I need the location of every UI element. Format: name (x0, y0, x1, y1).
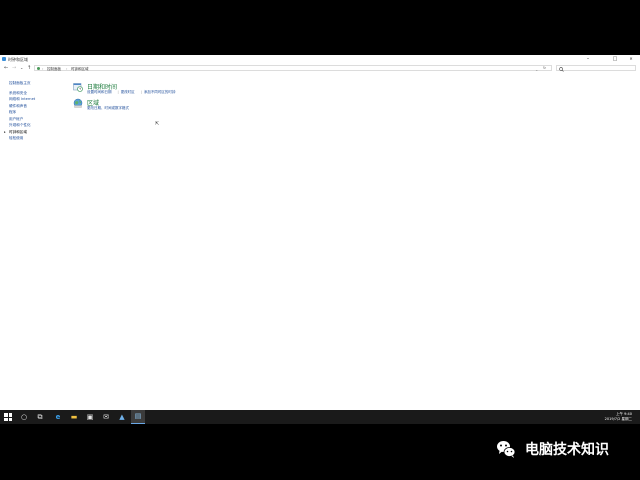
change-time-zone-link[interactable]: 更改时区 (121, 90, 135, 94)
control-panel-window: 时钟和区域 – □ ✕ ← → ⌄ ↑ › 控制面板 › 时钟和区域 ⌄ ↻ 控… (0, 55, 640, 410)
start-button[interactable] (0, 410, 14, 424)
control-panel-icon: ▤ (134, 412, 142, 420)
refresh-button[interactable]: ↻ (543, 66, 546, 70)
watermark: 电脑技术知识 (495, 438, 609, 460)
clock-date: 2019/7/2 星期二 (604, 416, 632, 421)
app-button[interactable]: ▲ (115, 410, 129, 424)
mail-button[interactable]: ✉ (99, 410, 113, 424)
address-dropdown-icon[interactable]: ⌄ (535, 67, 538, 72)
add-clocks-link[interactable]: 添加不同时区的时钟 (144, 90, 176, 94)
system-clock[interactable]: 上午 9:40 2019/7/2 星期二 (605, 412, 632, 422)
nav-network-internet[interactable]: 网络和 Internet (9, 97, 35, 102)
active-marker-icon: ▸ (4, 130, 6, 134)
set-time-date-link[interactable]: 设置时间和日期 (87, 90, 112, 94)
store-bag-icon: ▣ (86, 412, 94, 421)
close-button[interactable]: ✕ (626, 56, 636, 62)
change-formats-link[interactable]: 更改日期、时间或数字格式 (87, 106, 129, 110)
nav-control-panel-home[interactable]: 控制面板主页 (9, 81, 31, 86)
control-panel-icon (37, 67, 40, 70)
task-view-icon: ⧉ (37, 412, 43, 421)
taskbar: ○ ⧉ e ▬ ▣ ✉ ▲ ▤ 上午 9:40 2019/7/2 星期二 (0, 410, 640, 424)
mail-icon: ✉ (103, 412, 109, 421)
minimize-button[interactable]: – (583, 56, 593, 62)
store-button[interactable]: ▣ (83, 410, 97, 424)
search-box[interactable] (556, 65, 636, 72)
nav-ease-of-access[interactable]: 轻松使用 (9, 136, 23, 141)
control-panel-icon (2, 57, 6, 61)
search-icon (559, 66, 564, 72)
breadcrumb-clock-region[interactable]: 时钟和区域 (71, 67, 89, 72)
wechat-icon (497, 441, 516, 458)
date-time-links: 设置时间和日期 | 更改时区 | 添加不同时区的时钟 (87, 90, 176, 94)
search-input[interactable] (566, 66, 632, 70)
up-button[interactable]: ↑ (27, 65, 31, 71)
nav-clock-region: 时钟和区域 (9, 130, 27, 134)
app-icon: ▲ (119, 412, 125, 421)
back-button[interactable]: ← (4, 65, 8, 71)
edge-button[interactable]: e (51, 410, 65, 424)
globe-icon (73, 98, 83, 108)
folder-icon: ▬ (70, 412, 78, 421)
search-circle-icon: ○ (20, 412, 28, 421)
forward-button[interactable]: → (12, 65, 16, 71)
nav-appearance[interactable]: 外观和个性化 (9, 123, 31, 128)
recent-locations-button[interactable]: ⌄ (20, 65, 23, 71)
file-explorer-button[interactable]: ▬ (67, 410, 81, 424)
region-links: 更改日期、时间或数字格式 (87, 106, 135, 111)
edge-icon: e (55, 412, 61, 421)
title-bar[interactable]: 时钟和区域 – □ ✕ (0, 55, 640, 63)
watermark-text: 电脑技术知识 (525, 442, 609, 458)
nav-system-security[interactable]: 系统和安全 (9, 91, 27, 96)
search-button[interactable]: ○ (17, 410, 31, 424)
address-box[interactable]: › 控制面板 › 时钟和区域 ⌄ ↻ (34, 65, 552, 72)
nav-hardware-sound[interactable]: 硬件和声音 (9, 104, 27, 109)
task-view-button[interactable]: ⧉ (33, 410, 47, 424)
window-title: 时钟和区域 (8, 56, 28, 62)
address-bar: ← → ⌄ ↑ › 控制面板 › 时钟和区域 ⌄ ↻ (0, 64, 640, 72)
clock-icon (73, 83, 83, 92)
nav-programs[interactable]: 程序 (9, 110, 16, 115)
breadcrumb-control-panel[interactable]: 控制面板 (47, 67, 61, 72)
mouse-cursor-icon: ⇱ (155, 121, 160, 127)
nav-user-accounts[interactable]: 用户帐户 (9, 117, 23, 122)
windows-logo-icon (4, 413, 12, 421)
maximize-button[interactable]: □ (610, 56, 620, 62)
control-panel-button[interactable]: ▤ (131, 410, 145, 424)
